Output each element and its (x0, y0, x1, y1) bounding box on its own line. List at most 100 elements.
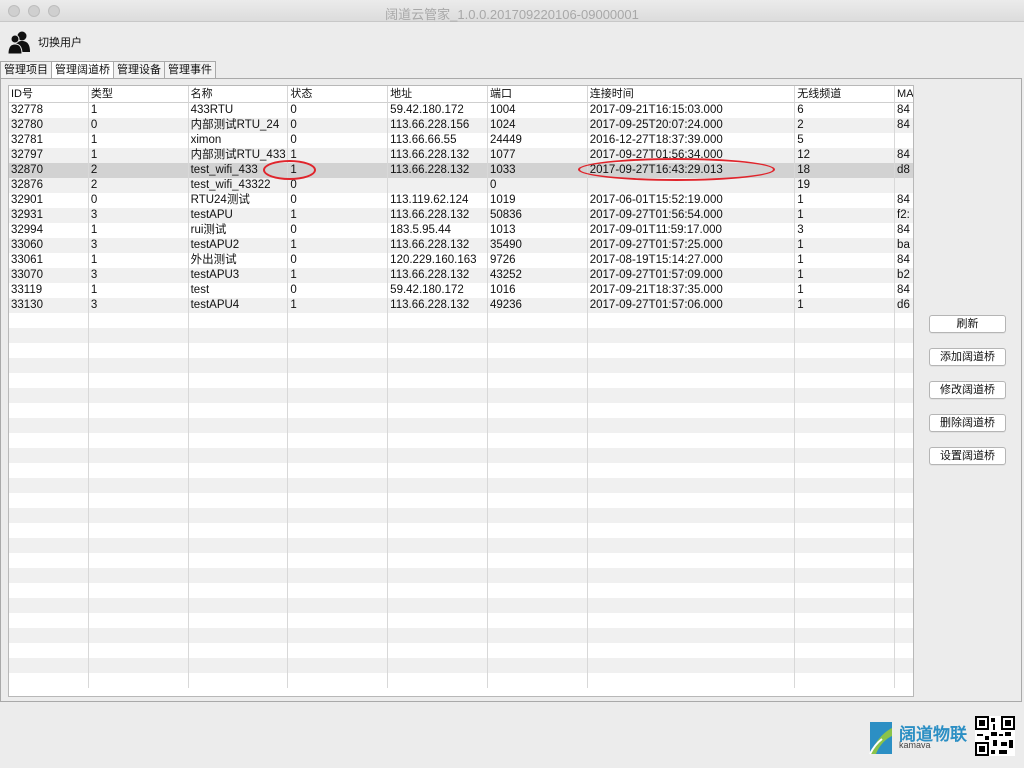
cell-mac: 84 (897, 194, 910, 206)
table-row-empty[interactable] (9, 373, 913, 388)
cell-status: 1 (288, 148, 389, 163)
tab-manage-projects[interactable]: 管理项目 (0, 61, 52, 79)
table-row[interactable]: 32781 1 ximon 0 113.66.66.55 24449 2016-12-27T… (9, 133, 913, 148)
cell-status (288, 598, 389, 613)
delete-bridge-button[interactable]: 删除阔道桥 (929, 414, 1006, 432)
table-row-empty[interactable] (9, 568, 913, 583)
column-header-status[interactable]: 状态 (288, 86, 389, 103)
table-row-empty[interactable] (9, 538, 913, 553)
tab-manage-devices[interactable]: 管理设备 (113, 61, 165, 79)
cell-id (9, 433, 89, 448)
table-row[interactable]: 33119 1 test 0 59.42.180.172 1016 2017-09-21T1… (9, 283, 913, 298)
column-header-wireless-channel[interactable]: 无线频道 (795, 86, 896, 103)
table-row-empty[interactable] (9, 643, 913, 658)
cell-id (9, 583, 89, 598)
cell-address (388, 553, 488, 568)
column-header-type[interactable]: 类型 (89, 86, 189, 103)
cell-mac (895, 373, 913, 388)
cell-address (388, 613, 488, 628)
cell-address (388, 508, 488, 523)
table-row-empty[interactable] (9, 508, 913, 523)
table-row[interactable]: 33070 3 testAPU3 1 113.66.228.132 43252 2017-0… (9, 268, 913, 283)
column-header-connect-time[interactable]: 连接时间 (588, 86, 796, 103)
cell-connect-time (588, 643, 796, 658)
cell-wireless-channel (795, 418, 896, 433)
cell-connect-time (588, 493, 796, 508)
table-row[interactable]: 33060 3 testAPU2 1 113.66.228.132 35490 2017-0… (9, 238, 913, 253)
table-row-empty[interactable] (9, 523, 913, 538)
table-row[interactable]: 32931 3 testAPU 1 113.66.228.132 50836 2017-09… (9, 208, 913, 223)
cell-type (89, 463, 189, 478)
table-row-empty[interactable] (9, 358, 913, 373)
cell-wireless-channel (795, 643, 896, 658)
table-row[interactable]: 32994 1 rui测试 0 183.5.95.44 1013 2017-09-01T11… (9, 223, 913, 238)
cell-status: 0 (288, 283, 389, 298)
table-row-empty[interactable] (9, 628, 913, 643)
cell-name: 内部测试RTU_24 (189, 118, 289, 133)
cell-name: testAPU3 (189, 268, 289, 283)
table-row-empty[interactable] (9, 658, 913, 673)
column-header-address[interactable]: 地址 (388, 86, 488, 103)
table-row-empty[interactable] (9, 313, 913, 328)
cell-id (9, 613, 89, 628)
cell-name (189, 598, 289, 613)
tab-manage-events[interactable]: 管理事件 (164, 61, 216, 79)
configure-bridge-button[interactable]: 设置阔道桥 (929, 447, 1006, 465)
add-bridge-button[interactable]: 添加阔道桥 (929, 348, 1006, 366)
table-row-empty[interactable] (9, 388, 913, 403)
cell-mac (895, 658, 913, 673)
table-row-empty[interactable] (9, 553, 913, 568)
cell-id (9, 673, 89, 688)
table-row-empty[interactable] (9, 418, 913, 433)
column-header-mac[interactable]: MA (895, 86, 913, 103)
cell-wireless-channel (795, 583, 896, 598)
cell-id (9, 448, 89, 463)
cell-name (189, 538, 289, 553)
table-row[interactable]: 32901 0 RTU24测试 0 113.119.62.124 1019 2017-06-… (9, 193, 913, 208)
table-row-empty[interactable] (9, 493, 913, 508)
switch-user-button[interactable]: 切换用户 (8, 28, 82, 56)
table-row[interactable]: 32870 2 test_wifi_433 1 113.66.228.132 1033 20… (9, 163, 913, 178)
cell-port: 1013 (488, 223, 588, 238)
cell-id: 33061 (9, 253, 89, 268)
table-row[interactable]: 33061 1 外出测试 0 120.229.160.163 9726 2017-08-19… (9, 253, 913, 268)
table-row[interactable]: 32780 0 内部测试RTU_24 0 113.66.228.156 1024 2017-… (9, 118, 913, 133)
table-row-empty[interactable] (9, 613, 913, 628)
switch-user-label: 切换用户 (38, 37, 82, 49)
user-group-icon (8, 31, 30, 54)
table-row[interactable]: 32876 2 test_wifi_43322 0 0 19 (9, 178, 913, 193)
column-header-name[interactable]: 名称 (189, 86, 289, 103)
column-header-id[interactable]: ID号 (9, 86, 89, 103)
table-row[interactable]: 32797 1 内部测试RTU_433 1 113.66.228.132 1077 2017… (9, 148, 913, 163)
cell-wireless-channel: 12 (795, 148, 896, 163)
table-row-empty[interactable] (9, 343, 913, 358)
table-row[interactable]: 33130 3 testAPU4 1 113.66.228.132 49236 2017-0… (9, 298, 913, 313)
cell-connect-time (588, 463, 796, 478)
cell-port (488, 538, 588, 553)
cell-mac (895, 568, 913, 583)
table-row-empty[interactable] (9, 433, 913, 448)
cell-mac: 84 (897, 224, 910, 236)
bridge-table[interactable]: ID号 类型 名称 状态 地址 端口 连接时间 无线频道 MA 32778 1 43… (8, 85, 914, 697)
edit-bridge-button[interactable]: 修改阔道桥 (929, 381, 1006, 399)
cell-status (288, 373, 389, 388)
cell-port (488, 568, 588, 583)
table-row-empty[interactable] (9, 478, 913, 493)
cell-name: test_wifi_433 (189, 163, 289, 178)
table-row-empty[interactable] (9, 328, 913, 343)
table-row-empty[interactable] (9, 448, 913, 463)
table-row-empty[interactable] (9, 598, 913, 613)
table-row-empty[interactable] (9, 583, 913, 598)
cell-name (189, 478, 289, 493)
cell-type (89, 508, 189, 523)
table-row-empty[interactable] (9, 673, 913, 688)
cell-connect-time: 2017-09-27T01:57:09.000 (588, 268, 796, 283)
column-header-port[interactable]: 端口 (488, 86, 588, 103)
cell-status (288, 328, 389, 343)
refresh-button[interactable]: 刷新 (929, 315, 1006, 333)
table-row[interactable]: 32778 1 433RTU 0 59.42.180.172 1004 2017-09-21… (9, 103, 913, 118)
table-row-empty[interactable] (9, 403, 913, 418)
cell-status (288, 508, 389, 523)
table-row-empty[interactable] (9, 463, 913, 478)
cell-address (388, 673, 488, 688)
